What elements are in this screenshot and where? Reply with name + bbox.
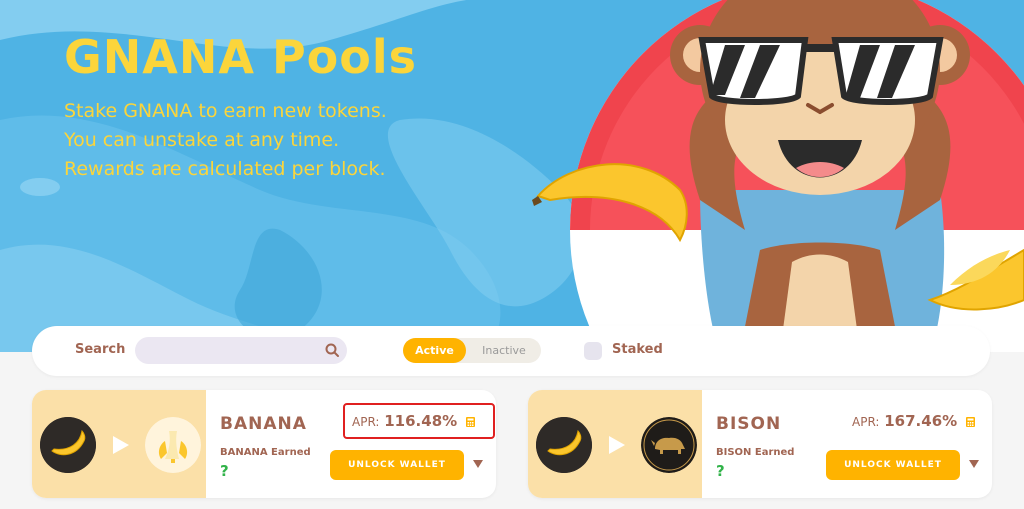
- description-line: Rewards are calculated per block.: [64, 158, 386, 180]
- hero-banner: GNANA Pools Stake GNANA to earn new toke…: [0, 0, 1024, 352]
- apr-label: APR:: [852, 415, 880, 429]
- search-label: Search: [75, 342, 126, 357]
- apr-value: 167.46%: [884, 412, 958, 430]
- chevron-down-icon[interactable]: [473, 460, 483, 468]
- description-line: You can unstake at any time.: [64, 129, 340, 151]
- page-description: Stake GNANA to earn new tokens. You can …: [64, 97, 387, 184]
- apr-highlight-box: [343, 403, 495, 439]
- earned-label: BISON Earned: [716, 447, 795, 458]
- pool-card-bison: BISON BISON Earned ? APR: 167.46% UNLOCK…: [528, 390, 992, 498]
- inactive-tab[interactable]: Inactive: [469, 338, 539, 363]
- description-line: Stake GNANA to earn new tokens.: [64, 100, 387, 122]
- staked-label: Staked: [612, 342, 663, 357]
- arrow-right-icon: [609, 436, 625, 454]
- page-title: GNANA Pools: [64, 30, 418, 84]
- pool-filter-bar: Search Active Inactive Staked: [32, 326, 990, 376]
- active-inactive-toggle[interactable]: Active Inactive: [403, 338, 541, 363]
- earned-label: BANANA Earned: [220, 447, 311, 458]
- banana-icon: [40, 417, 96, 473]
- active-tab[interactable]: Active: [403, 338, 466, 363]
- pool-name: BANANA: [220, 414, 307, 434]
- pool-token-pair: [528, 390, 702, 498]
- unlock-wallet-button[interactable]: UNLOCK WALLET: [826, 450, 960, 480]
- search-icon[interactable]: [324, 342, 340, 358]
- pool-token-pair: [32, 390, 206, 498]
- unlock-wallet-button[interactable]: UNLOCK WALLET: [330, 450, 464, 480]
- earned-value: ?: [220, 462, 229, 480]
- peeled-banana-icon: [145, 417, 201, 473]
- apr-display: APR: 167.46%: [852, 412, 975, 430]
- monkey-mascot-icon: [532, 0, 1024, 352]
- chevron-down-icon[interactable]: [969, 460, 979, 468]
- search-input[interactable]: [135, 337, 347, 364]
- pool-card-banana: BANANA BANANA Earned ? APR: 116.48% UNLO…: [32, 390, 496, 498]
- pool-name: BISON: [716, 414, 782, 434]
- arrow-right-icon: [113, 436, 129, 454]
- earned-value: ?: [716, 462, 725, 480]
- calculator-icon[interactable]: [965, 416, 975, 427]
- bison-icon: [641, 417, 697, 473]
- staked-checkbox[interactable]: [584, 342, 602, 360]
- banana-icon: [536, 417, 592, 473]
